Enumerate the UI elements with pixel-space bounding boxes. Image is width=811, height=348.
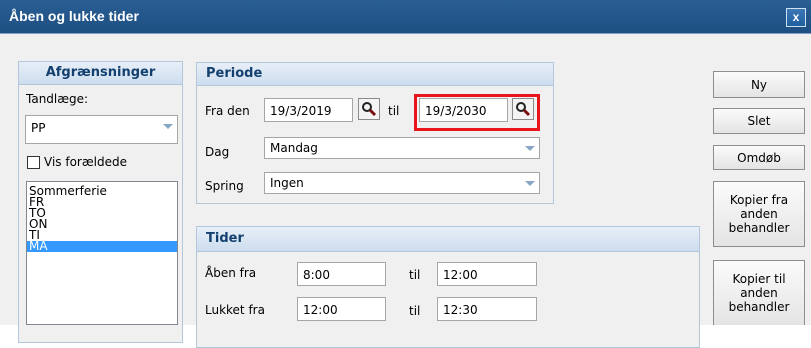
window-title: Åben og lukke tider [9, 8, 139, 24]
list-item[interactable]: Sommerferie [27, 185, 177, 197]
list-item[interactable]: FR [27, 196, 177, 208]
slet-button[interactable]: Slet [713, 108, 805, 134]
highlight-box [414, 94, 540, 131]
periode-header: Periode [197, 63, 553, 86]
spring-label: Spring [205, 179, 244, 193]
chevron-down-icon[interactable] [520, 173, 539, 193]
aaben-fra-input[interactable]: 8:00 [297, 262, 386, 286]
kopier-til-button[interactable]: Kopier til anden behandler [713, 260, 805, 325]
aaben-til-input[interactable]: 12:00 [437, 262, 537, 286]
dag-value: Mandag [270, 141, 318, 155]
tider-group-box: Tider [196, 226, 700, 348]
afgraensninger-header: Afgrænsninger [19, 62, 182, 85]
list-item[interactable]: TO [27, 207, 177, 219]
dag-label: Dag [205, 145, 230, 159]
kopier-fra-button[interactable]: Kopier fra anden behandler [713, 181, 805, 247]
spring-value: Ingen [270, 176, 304, 190]
tandlaege-value: PP [31, 121, 46, 135]
search-icon [362, 102, 377, 117]
lukket-fra-input[interactable]: 12:00 [297, 297, 386, 321]
title-divider [0, 33, 811, 34]
dag-select[interactable]: Mandag [264, 137, 540, 159]
lukket-fra-label: Lukket fra [205, 303, 265, 317]
list-item-selected[interactable]: MA [27, 240, 177, 252]
omdoeb-button[interactable]: Omdøb [713, 145, 805, 170]
lukket-til-input[interactable]: 12:30 [437, 297, 537, 321]
close-button[interactable]: x [786, 8, 806, 27]
tandlaege-label: Tandlæge: [26, 92, 89, 106]
fra-den-input[interactable]: 19/3/2019 [264, 98, 353, 122]
tandlaege-select[interactable]: PP [25, 115, 178, 144]
fra-den-search-button[interactable] [358, 98, 380, 120]
aaben-fra-label: Åben fra [205, 266, 257, 280]
chevron-down-icon[interactable] [520, 138, 539, 158]
period-listbox[interactable]: Sommerferie FR TO ON TI MA [26, 181, 178, 325]
chevron-down-icon[interactable] [158, 116, 177, 143]
list-item[interactable]: TI [27, 229, 177, 241]
title-bar: Åben og lukke tider x [0, 0, 811, 33]
aaben-til-label: til [409, 268, 421, 282]
vis-foraeldede-label: Vis forældede [44, 155, 127, 169]
ny-button[interactable]: Ny [713, 71, 805, 98]
spring-select[interactable]: Ingen [264, 172, 540, 194]
lukket-til-label: til [409, 304, 421, 318]
list-item[interactable]: ON [27, 218, 177, 230]
vis-foraeldede-checkbox[interactable] [27, 156, 40, 169]
tider-header: Tider [197, 227, 699, 252]
til-label: til [388, 104, 400, 118]
fra-den-label: Fra den [205, 104, 250, 118]
